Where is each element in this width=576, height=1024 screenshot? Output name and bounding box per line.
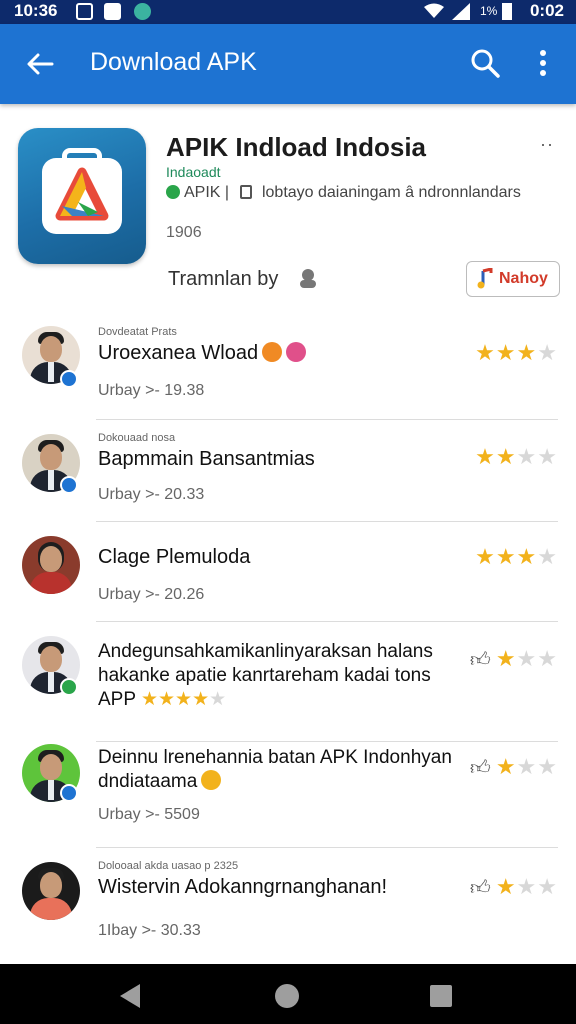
triangle-logo-icon — [55, 167, 109, 221]
emoji-icon — [201, 770, 222, 790]
notification-icon — [104, 3, 121, 20]
signal-icon — [452, 3, 470, 20]
emoji-icon — [286, 342, 307, 362]
follow-button[interactable]: Nahoy — [466, 261, 560, 297]
star-rating: ★★★★ — [475, 544, 558, 569]
review-body: Andegunsahkamikanlinyaraksan halans haka… — [98, 640, 458, 712]
meta-text: lobtayo daianingam â ndronnlandars — [261, 184, 521, 201]
review-meta: 1Ibay >- 30.33 — [98, 922, 201, 939]
verified-badge-icon — [60, 370, 78, 388]
battery-percent: 1% — [480, 4, 498, 18]
list-item[interactable]: Dokouaad nosa Bapmmain Bansantmias Urbay… — [0, 420, 576, 522]
verified-badge-icon — [60, 784, 78, 802]
follow-button-label: Nahoy — [499, 270, 548, 287]
avatar — [22, 862, 80, 920]
search-icon[interactable] — [468, 46, 502, 80]
review-meta: Urbay >- 20.26 — [98, 586, 205, 603]
meta-tag: APIK — [184, 184, 221, 201]
star-rating: 👍︎ ★★★ — [469, 874, 558, 900]
status-clock: 0:02 — [529, 1, 564, 20]
status-dot-icon — [166, 185, 180, 199]
list-item[interactable]: Andegunsahkamikanlinyaraksan halans haka… — [0, 622, 576, 742]
review-title: Clage Plemuloda — [98, 546, 251, 568]
review-meta: Urbay >- 19.38 — [98, 382, 205, 399]
avatar — [22, 536, 80, 594]
app-bar: Download APK — [0, 24, 576, 104]
app-icon-inner — [42, 158, 122, 234]
review-author: Dolooaal akda uasao p 2325 — [98, 860, 239, 872]
review-title: Uroexanea Wload — [98, 342, 307, 365]
nav-back-icon[interactable] — [120, 984, 140, 1008]
bookmark-icon — [239, 185, 252, 199]
developer-link[interactable]: Indaoadt — [166, 164, 221, 180]
back-arrow-icon[interactable] — [22, 46, 58, 82]
nav-recents-icon[interactable] — [430, 985, 452, 1007]
wifi-icon — [424, 3, 444, 18]
review-body: Deinnu lrenehannia batan APK Indonhyan d… — [98, 746, 458, 794]
inline-star-empty: ★ — [209, 689, 227, 710]
music-note-icon — [477, 268, 493, 289]
nav-home-icon[interactable] — [275, 984, 299, 1008]
review-title: Bapmmain Bansantmias — [98, 448, 315, 470]
app-header: APIK Indload Indosia ·· Indaoadt APIK | … — [0, 112, 576, 312]
review-title-text: Uroexanea Wload — [98, 342, 259, 364]
more-vert-icon[interactable] — [530, 46, 556, 80]
star-rating: 👍︎ ★★★ — [469, 754, 558, 780]
translation-label: Tramnlan by — [168, 268, 279, 290]
list-item[interactable]: Dolooaal akda uasao p 2325 Wistervin Ado… — [0, 848, 576, 958]
verified-badge-icon — [60, 476, 78, 494]
verified-badge-icon — [60, 678, 78, 696]
app-meta: APIK | lobtayo daianingam â ndronnlandar… — [166, 184, 521, 202]
status-time: 10:36 — [14, 1, 58, 20]
download-count: 1906 — [166, 224, 202, 241]
review-body-text: Deinnu lrenehannia batan APK Indonhyan d… — [98, 747, 452, 792]
review-meta: Urbay >- 20.33 — [98, 486, 205, 503]
review-meta: Urbay >- 5509 — [98, 806, 200, 823]
navigation-bar — [0, 964, 576, 1024]
review-author: Dokouaad nosa — [98, 432, 176, 444]
list-item[interactable]: Clage Plemuloda Urbay >- 20.26 ★★★★ — [0, 522, 576, 622]
inline-stars: ★★★★ — [140, 689, 210, 710]
notification-icon — [76, 3, 93, 20]
star-rating: 👍︎ ★★★ — [469, 646, 558, 672]
thumbs-up-icon[interactable]: 👍︎ — [470, 756, 492, 780]
status-bar: 10:36 1% 0:02 — [0, 0, 576, 24]
battery-icon — [502, 3, 512, 20]
star-rating: ★★★★ — [475, 340, 558, 365]
notification-icon — [134, 3, 151, 20]
emoji-icon — [262, 342, 283, 362]
app-name: APIK Indload Indosia — [166, 132, 427, 162]
list-item[interactable]: Dovdeatat Prats Uroexanea Wload Urbay >-… — [0, 318, 576, 420]
thumbs-up-icon[interactable]: 👍︎ — [470, 876, 492, 900]
more-horizontal-icon[interactable]: ·· — [540, 134, 554, 155]
list-item[interactable]: Deinnu lrenehannia batan APK Indonhyan d… — [0, 742, 576, 848]
review-title: Wistervin Adokanngrnanghanan! — [98, 876, 388, 898]
review-author: Dovdeatat Prats — [98, 326, 177, 338]
star-rating: ★★★★ — [475, 444, 558, 469]
page-title: Download APK — [90, 48, 257, 76]
thumbs-up-icon[interactable]: 👍︎ — [470, 648, 492, 672]
app-icon — [18, 128, 146, 264]
translate-icon[interactable] — [296, 266, 320, 290]
